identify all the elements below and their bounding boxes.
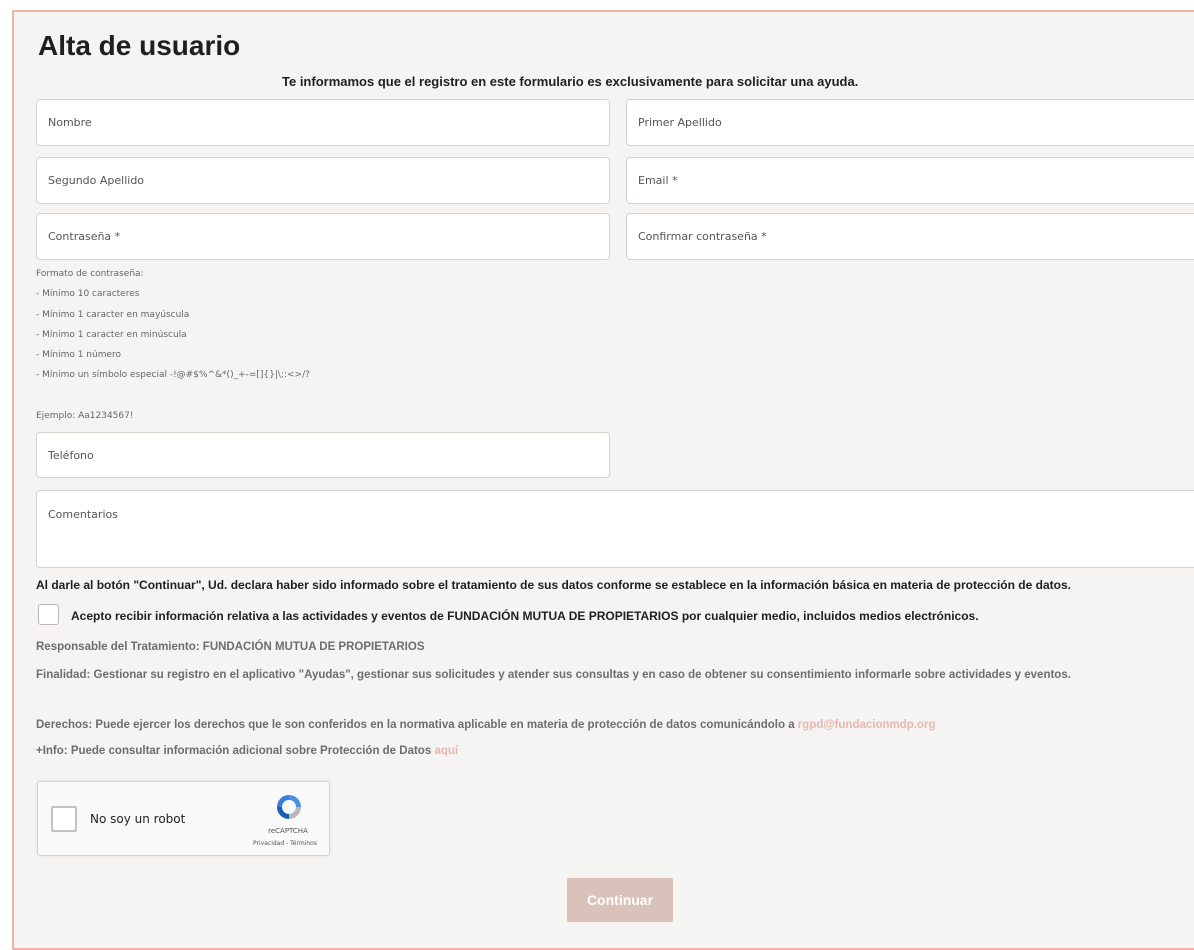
consent-label: Acepto recibir información relativa a la… <box>71 609 979 623</box>
password-placeholder: Contraseña * <box>48 230 121 243</box>
segundo-apellido-field[interactable]: Segundo Apellido <box>36 157 610 204</box>
password-rule: - Mínimo 1 caracter en minúscula <box>36 329 187 340</box>
privacy-email-link[interactable]: rgpd@fundacionmdp.org <box>798 719 936 731</box>
recaptcha-checkbox[interactable] <box>51 806 77 832</box>
telefono-field[interactable]: Teléfono <box>36 432 610 478</box>
telefono-placeholder: Teléfono <box>48 448 94 462</box>
password-hint-heading: Formato de contraseña: <box>36 269 144 279</box>
password-rule: - Mínimo un símbolo especial -!@#$%^&*()… <box>36 370 310 381</box>
recaptcha-logo-icon <box>277 795 301 819</box>
password-rule: - Mínimo 1 número <box>36 350 122 361</box>
privacy-responsable: Responsable del Tratamiento: FUNDACIÓN M… <box>36 641 425 653</box>
password-rule: - Mínimo 1 caracter en mayúscula <box>36 309 190 320</box>
email-field[interactable]: Email * <box>626 157 1194 204</box>
confirm-password-placeholder: Confirmar contraseña * <box>638 230 767 243</box>
recaptcha-label: No soy un robot <box>90 812 186 826</box>
password-example: Ejemplo: Aa1234567! <box>36 411 134 421</box>
nombre-field[interactable]: Nombre <box>36 99 610 146</box>
primer-apellido-placeholder: Primer Apellido <box>638 116 722 129</box>
data-protection-declaration: Al darle al botón "Continuar", Ud. decla… <box>36 578 1071 592</box>
comentarios-placeholder: Comentarios <box>48 508 118 521</box>
recaptcha-links[interactable]: Privacidad - Términos <box>240 840 330 847</box>
confirm-password-field[interactable]: Confirmar contraseña * <box>626 213 1194 260</box>
primer-apellido-field[interactable]: Primer Apellido <box>626 99 1194 146</box>
privacy-info: +Info: Puede consultar información adici… <box>36 742 458 760</box>
privacy-derechos: Derechos: Puede ejercer los derechos que… <box>36 716 936 734</box>
password-rule: - Mínimo 10 caracteres <box>36 289 140 300</box>
privacy-info-text: +Info: Puede consultar información adici… <box>36 745 432 757</box>
privacy-derechos-text: Derechos: Puede ejercer los derechos que… <box>36 719 795 731</box>
password-format-hint: Formato de contraseña: - Mínimo 10 carac… <box>36 264 310 386</box>
email-placeholder: Email * <box>638 174 678 187</box>
privacy-info-link[interactable]: aquí <box>434 745 458 757</box>
page-subtitle: Te informamos que el registro en este fo… <box>282 74 859 89</box>
comentarios-textarea[interactable]: Comentarios <box>36 490 1194 568</box>
nombre-placeholder: Nombre <box>48 116 92 129</box>
privacy-finalidad: Finalidad: Gestionar su registro en el a… <box>36 669 1071 681</box>
recaptcha-widget: No soy un robot reCAPTCHA Privacidad - T… <box>37 781 330 856</box>
password-field[interactable]: Contraseña * <box>36 213 610 260</box>
continue-button[interactable]: Continuar <box>567 878 673 922</box>
page-title: Alta de usuario <box>38 30 241 61</box>
segundo-apellido-placeholder: Segundo Apellido <box>48 174 145 187</box>
registration-panel: Alta de usuario Te informamos que el reg… <box>12 10 1194 950</box>
recaptcha-brand: reCAPTCHA <box>268 827 308 835</box>
consent-checkbox[interactable] <box>38 604 59 625</box>
